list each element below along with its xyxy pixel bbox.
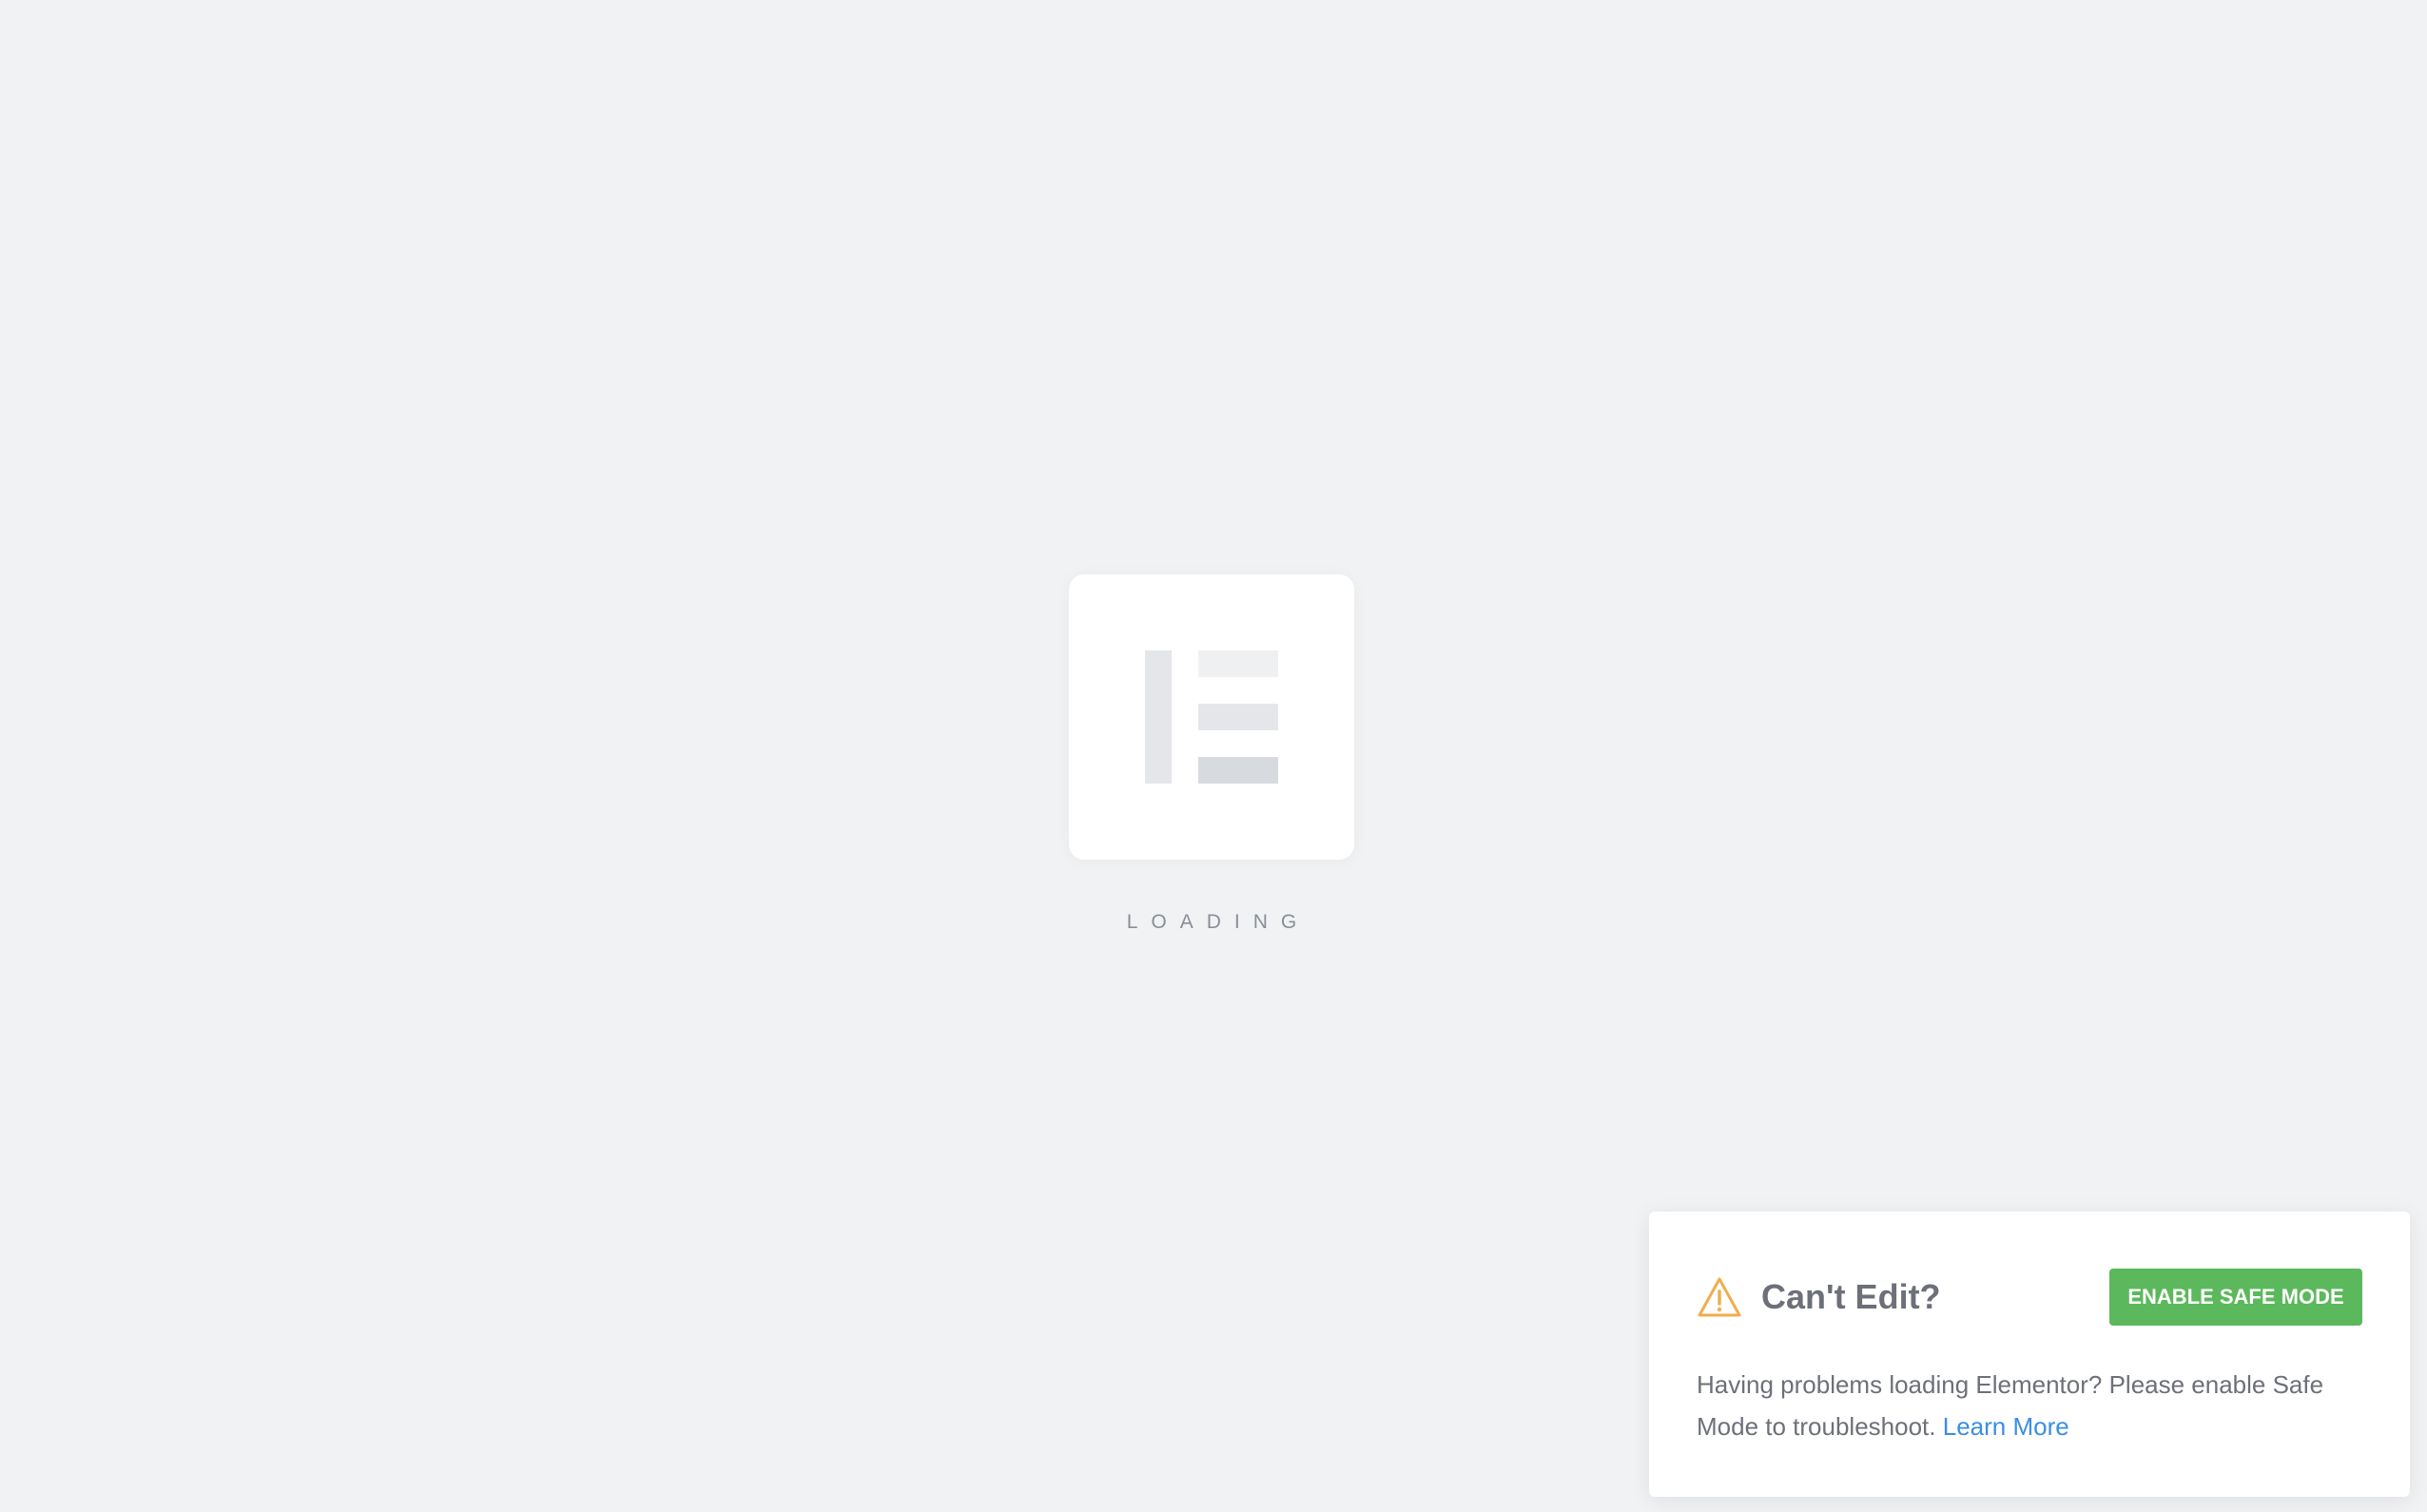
warning-icon xyxy=(1697,1276,1742,1318)
enable-safe-mode-button[interactable]: ENABLE SAFE MODE xyxy=(2109,1269,2362,1326)
logo-bar-middle xyxy=(1198,704,1278,730)
elementor-logo-loader xyxy=(1069,574,1354,860)
notice-title: Can't Edit? xyxy=(1761,1277,1941,1316)
notice-message: Having problems loading Elementor? Pleas… xyxy=(1697,1364,2362,1447)
logo-vertical-bar xyxy=(1145,650,1172,784)
loading-label: LOADING xyxy=(1126,911,1311,933)
safe-mode-notice: Can't Edit? ENABLE SAFE MODE Having prob… xyxy=(1649,1212,2410,1497)
logo-bar-bottom xyxy=(1198,757,1278,784)
logo-bar-top xyxy=(1198,650,1278,677)
learn-more-link[interactable]: Learn More xyxy=(1943,1412,2069,1441)
editor-loading-screen: LOADING Can't Edit? ENABLE SAFE MODE Hav… xyxy=(0,0,2427,1512)
